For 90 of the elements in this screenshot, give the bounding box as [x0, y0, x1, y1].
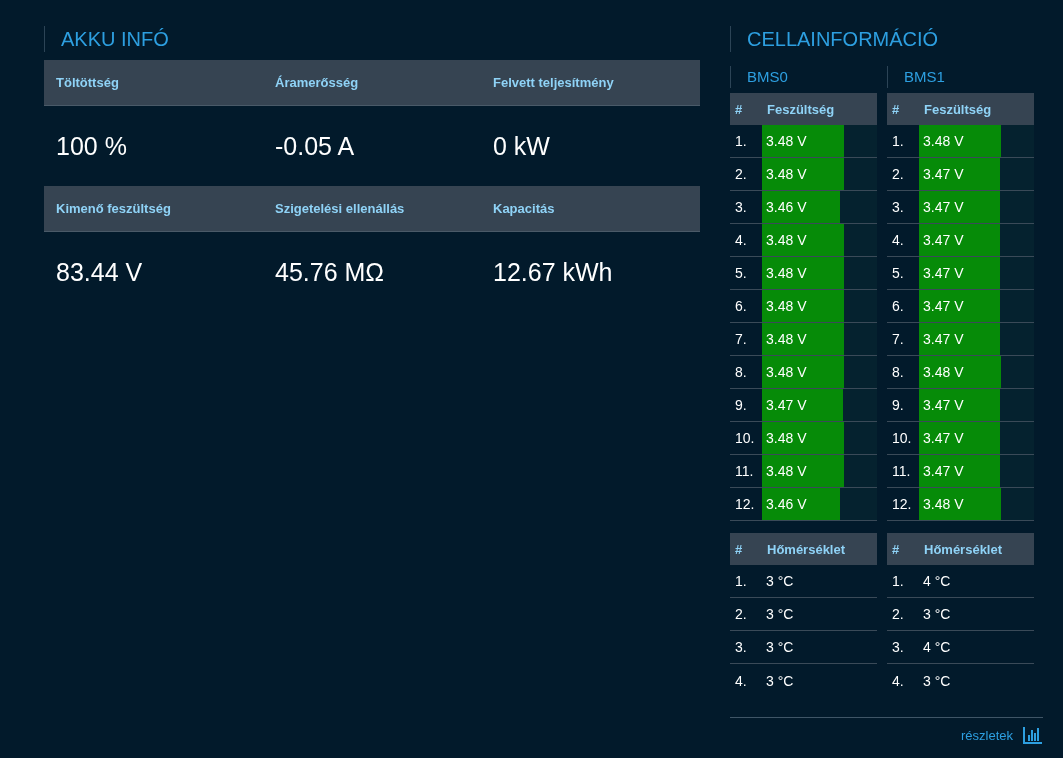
- row-index: 9.: [734, 396, 748, 415]
- row-index: 1.: [734, 132, 748, 151]
- voltage-value: 3.48 V: [922, 364, 964, 380]
- column-header: #: [891, 541, 901, 557]
- row-index: 12.: [891, 495, 913, 514]
- column-header: Hőmérséklet: [766, 541, 847, 557]
- row-index: 3.: [891, 198, 905, 217]
- voltage-value: 3.46 V: [765, 199, 807, 215]
- column-header: #: [734, 541, 744, 557]
- row-index: 6.: [891, 297, 905, 316]
- column-header: #: [734, 101, 744, 117]
- voltage-value: 3.47 V: [922, 430, 964, 446]
- voltage-value: 3.48 V: [765, 166, 807, 182]
- column-header: Szigetelési ellenállás: [274, 201, 406, 216]
- row-index: 8.: [734, 363, 748, 382]
- row-index: 5.: [734, 264, 748, 283]
- row-index: 6.: [734, 297, 748, 316]
- row-index: 9.: [891, 396, 905, 415]
- temperature-value: 4 °C: [922, 638, 952, 657]
- voltage-value: 3.48 V: [765, 430, 807, 446]
- voltage-value: 3.47 V: [922, 397, 964, 413]
- metric-value: 83.44 V: [55, 257, 144, 287]
- row-index: 1.: [734, 572, 748, 591]
- row-index: 3.: [891, 638, 905, 657]
- column-header: Felvett teljesítmény: [492, 75, 615, 90]
- temperature-value: 3 °C: [765, 572, 795, 591]
- row-index: 4.: [734, 231, 748, 250]
- temperature-value: 3 °C: [922, 605, 952, 624]
- row-index: 5.: [891, 264, 905, 283]
- voltage-value: 3.47 V: [922, 199, 964, 215]
- row-index: 1.: [891, 132, 905, 151]
- voltage-value: 3.47 V: [922, 331, 964, 347]
- temperature-value: 4 °C: [922, 572, 952, 591]
- metric-value: 0 kW: [492, 131, 551, 161]
- column-header: Töltöttség: [55, 75, 120, 90]
- voltage-value: 3.48 V: [765, 364, 807, 380]
- column-header: Kimenő feszültség: [55, 201, 172, 216]
- voltage-value: 3.48 V: [922, 133, 964, 149]
- voltage-value: 3.48 V: [765, 463, 807, 479]
- row-index: 8.: [891, 363, 905, 382]
- section-title: CELLAINFORMÁCIÓ: [730, 26, 1043, 52]
- row-index: 2.: [734, 165, 748, 184]
- bms-title: BMS0: [730, 66, 877, 88]
- bms-title: BMS1: [887, 66, 1034, 88]
- column-header: Hőmérséklet: [923, 541, 1004, 557]
- voltage-value: 3.48 V: [765, 133, 807, 149]
- details-link[interactable]: részletek: [960, 727, 1013, 743]
- row-index: 11.: [891, 462, 912, 481]
- voltage-value: 3.47 V: [922, 298, 964, 314]
- row-index: 7.: [734, 330, 748, 349]
- row-index: 3.: [734, 198, 748, 217]
- temperature-value: 3 °C: [922, 671, 952, 691]
- voltage-value: 3.48 V: [765, 265, 807, 281]
- column-header: Feszültség: [923, 101, 993, 117]
- temperature-value: 3 °C: [765, 605, 795, 624]
- column-header: Feszültség: [766, 101, 836, 117]
- voltage-value: 3.46 V: [765, 496, 807, 512]
- row-index: 2.: [891, 605, 905, 624]
- voltage-value: 3.47 V: [922, 265, 964, 281]
- row-index: 12.: [734, 495, 756, 514]
- column-header: Kapacitás: [492, 201, 556, 216]
- row-index: 4.: [734, 671, 748, 691]
- voltage-value: 3.47 V: [922, 232, 964, 248]
- voltage-value: 3.48 V: [765, 232, 807, 248]
- metric-value: 45.76 MΩ: [274, 257, 386, 287]
- column-header: #: [891, 101, 901, 117]
- row-index: 10.: [734, 429, 756, 448]
- metric-value: -0.05 A: [274, 131, 356, 161]
- row-index: 2.: [891, 165, 905, 184]
- voltage-value: 3.47 V: [922, 166, 964, 182]
- row-index: 1.: [891, 572, 905, 591]
- row-index: 4.: [891, 231, 905, 250]
- section-title: AKKU INFÓ: [44, 26, 700, 52]
- column-header: Áramerősség: [274, 75, 360, 90]
- row-index: 3.: [734, 638, 748, 657]
- temperature-value: 3 °C: [765, 671, 795, 691]
- row-index: 7.: [891, 330, 905, 349]
- voltage-value: 3.48 V: [765, 331, 807, 347]
- temperature-value: 3 °C: [765, 638, 795, 657]
- voltage-value: 3.48 V: [922, 496, 964, 512]
- voltage-value: 3.47 V: [765, 397, 807, 413]
- voltage-value: 3.48 V: [765, 298, 807, 314]
- row-index: 10.: [891, 429, 913, 448]
- metric-value: 100 %: [55, 131, 128, 161]
- row-index: 11.: [734, 462, 755, 481]
- row-index: 2.: [734, 605, 748, 624]
- voltage-value: 3.47 V: [922, 463, 964, 479]
- row-index: 4.: [891, 671, 905, 691]
- metric-value: 12.67 kWh: [492, 257, 614, 287]
- bar-chart-icon: [1023, 726, 1043, 744]
